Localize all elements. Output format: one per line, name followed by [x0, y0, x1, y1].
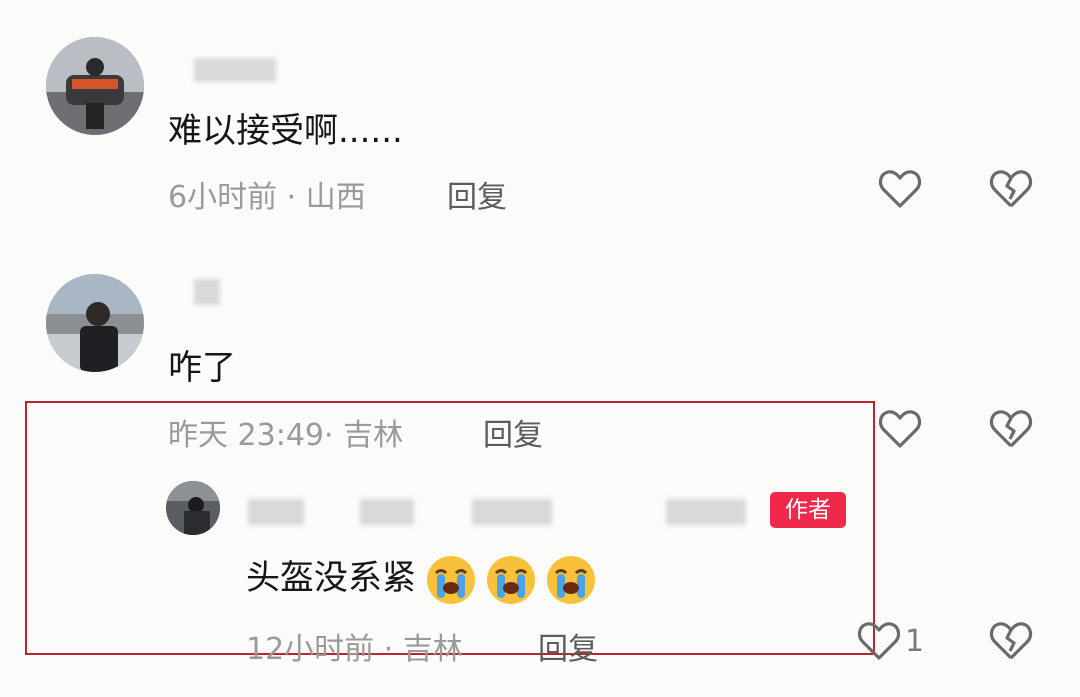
broken-heart-icon[interactable]: [989, 168, 1033, 210]
avatar-comment-1[interactable]: [46, 37, 144, 135]
person-photo: [46, 274, 144, 372]
like-count: 1: [905, 624, 925, 659]
heart-outline-icon[interactable]: [857, 620, 901, 662]
reply-button[interactable]: 回复: [483, 410, 543, 454]
author-badge: 作者: [770, 492, 846, 528]
username-redacted[interactable]: [194, 58, 276, 82]
loudly-crying-face-emoji: [486, 555, 536, 605]
reply-meta: 12小时前 · 吉林: [246, 632, 463, 667]
heart-outline-icon[interactable]: [878, 408, 922, 450]
author-photo: [166, 481, 220, 535]
motorcycle-photo: [46, 37, 144, 135]
comment-meta: 6小时前 · 山西: [168, 180, 366, 215]
username-redacted: [666, 499, 746, 525]
reply-button[interactable]: 回复: [447, 172, 507, 216]
username-redacted[interactable]: [194, 279, 220, 305]
username-redacted[interactable]: [248, 499, 304, 525]
comment-meta: 昨天 23:49· 吉林: [168, 418, 404, 453]
broken-heart-icon[interactable]: [989, 408, 1033, 450]
avatar-comment-2[interactable]: [46, 274, 144, 372]
reply-button[interactable]: 回复: [538, 624, 598, 668]
reply-text-content: 头盔没系紧: [246, 558, 416, 598]
loudly-crying-face-emoji: [426, 555, 476, 605]
highlight-annotation-box: [25, 401, 875, 655]
comment-text: 难以接受啊......: [168, 111, 403, 151]
comment-text: 咋了: [168, 348, 236, 388]
avatar-author-reply[interactable]: [166, 481, 220, 535]
loudly-crying-face-emoji: [546, 555, 596, 605]
broken-heart-icon[interactable]: [989, 620, 1033, 662]
username-redacted: [360, 499, 414, 525]
reply-text: 头盔没系紧: [246, 550, 596, 605]
heart-outline-icon[interactable]: [878, 168, 922, 210]
username-redacted: [472, 499, 552, 525]
